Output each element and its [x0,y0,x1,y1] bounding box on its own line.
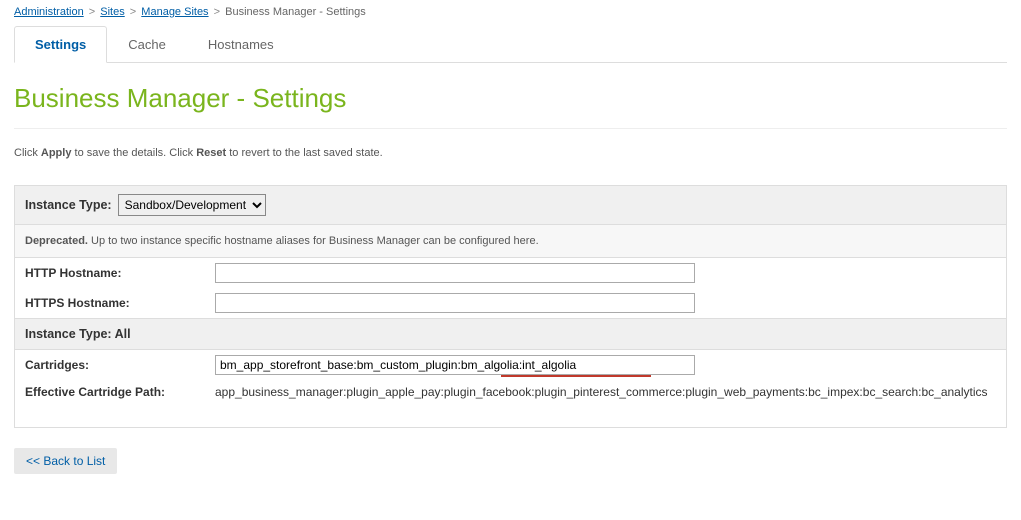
help-mid: to save the details. Click [71,147,196,159]
https-hostname-row: HTTPS Hostname: [15,288,1006,318]
tab-hostnames[interactable]: Hostnames [187,26,295,63]
instance-type-select[interactable]: Sandbox/Development [118,194,266,216]
tab-settings[interactable]: Settings [14,26,107,63]
instance-type-label: Instance Type: [25,198,112,212]
breadcrumb-manage[interactable]: Manage Sites [141,6,208,18]
settings-panel: Instance Type: Sandbox/Development Depre… [14,185,1007,428]
tab-cache[interactable]: Cache [107,26,187,63]
tabs: Settings Cache Hostnames [14,26,1007,63]
http-hostname-input[interactable] [215,263,695,283]
breadcrumb-sep: > [214,6,220,18]
help-apply: Apply [41,147,72,159]
http-hostname-row: HTTP Hostname: [15,258,1006,288]
breadcrumb-admin[interactable]: Administration [14,6,84,18]
https-hostname-label: HTTPS Hostname: [25,296,215,310]
deprecated-text: Up to two instance specific hostname ali… [88,235,539,247]
http-hostname-label: HTTP Hostname: [25,266,215,280]
cartridges-label: Cartridges: [25,358,215,372]
instance-type-row: Instance Type: Sandbox/Development [15,186,1006,224]
cartridges-input[interactable] [215,355,695,375]
page-title: Business Manager - Settings [14,83,1007,129]
breadcrumb-sites[interactable]: Sites [100,6,124,18]
effective-path-value: app_business_manager:plugin_apple_pay:pl… [215,385,996,399]
back-to-list-button[interactable]: << Back to List [14,448,117,474]
https-hostname-input[interactable] [215,293,695,313]
effective-path-label: Effective Cartridge Path: [25,385,215,399]
breadcrumb: Administration > Sites > Manage Sites > … [14,6,1007,18]
breadcrumb-current: Business Manager - Settings [225,6,366,18]
help-suffix: to revert to the last saved state. [226,147,383,159]
help-prefix: Click [14,147,41,159]
instance-type-all-header: Instance Type: All [15,318,1006,350]
deprecated-label: Deprecated. [25,235,88,247]
effective-path-row: Effective Cartridge Path: app_business_m… [15,380,1006,427]
cartridges-row: Cartridges: [15,350,1006,380]
deprecated-note: Deprecated. Up to two instance specific … [15,224,1006,258]
help-reset: Reset [196,147,226,159]
breadcrumb-sep: > [130,6,136,18]
breadcrumb-sep: > [89,6,95,18]
help-text: Click Apply to save the details. Click R… [14,147,1007,159]
